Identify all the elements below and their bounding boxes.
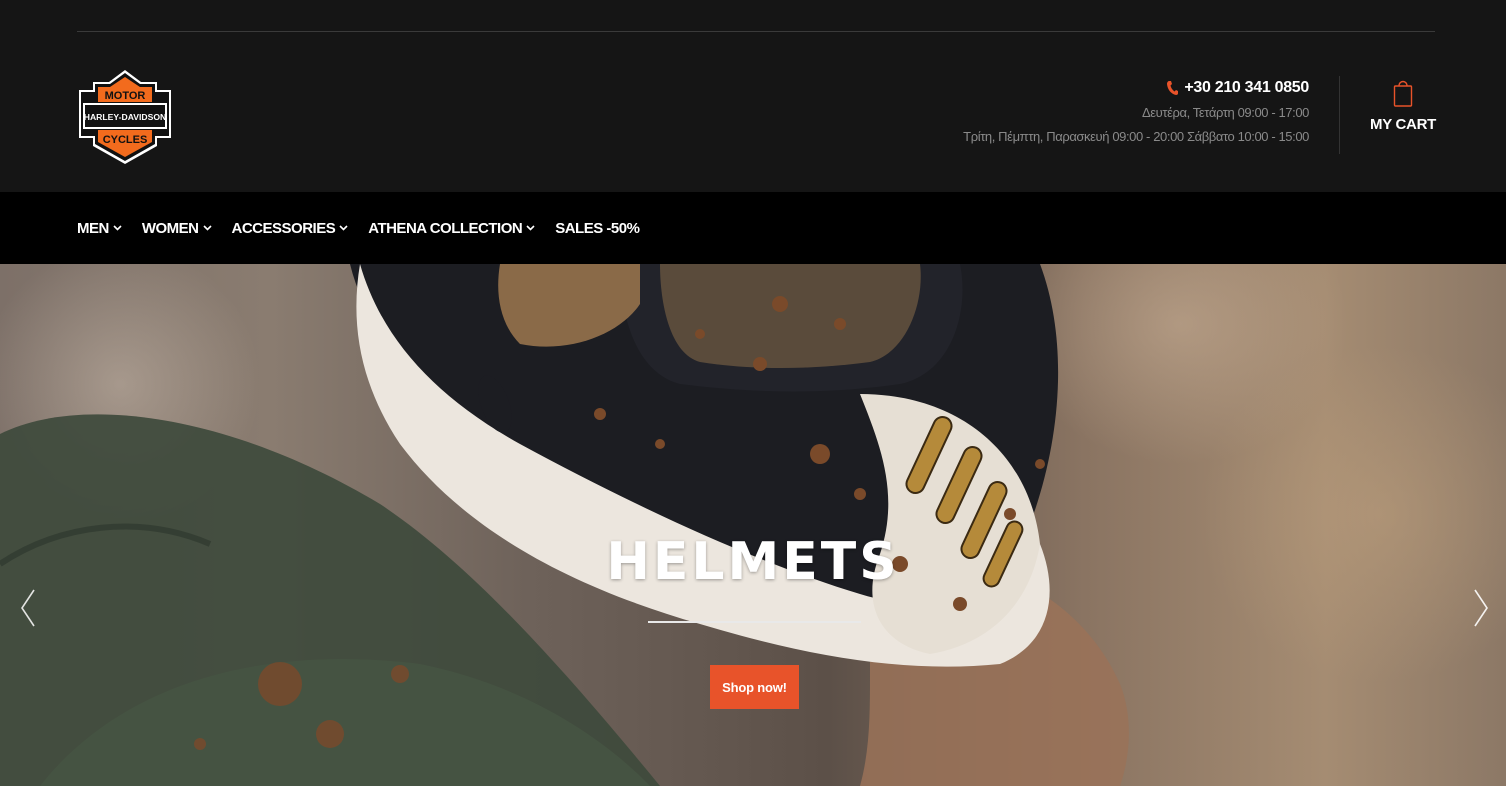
nav-list: MEN WOMEN ACCESSORIES ATHENA COLLECTION … xyxy=(77,192,640,264)
hours-time: 09:00 - 17:00 xyxy=(1237,105,1310,120)
nav-item-label: ATHENA COLLECTION xyxy=(368,219,523,237)
main-nav: MEN WOMEN ACCESSORIES ATHENA COLLECTION … xyxy=(0,192,1506,264)
nav-item-women[interactable]: WOMEN xyxy=(142,220,212,237)
brand-logo[interactable]: MOTOR HARLEY-DAVIDSON CYCLES xyxy=(77,68,173,166)
nav-item-label: ACCESSORIES xyxy=(231,219,336,237)
header-divider xyxy=(77,31,1435,32)
hours-days: Σάββατο xyxy=(1186,129,1235,144)
nav-item-sales[interactable]: SALES -50% xyxy=(555,219,640,237)
hours-time: 10:00 - 15:00 xyxy=(1237,129,1310,144)
hero-title-underline xyxy=(648,621,861,623)
hours-days: Τρίτη, Πέμπτη, Παρασκευή xyxy=(963,129,1110,144)
harley-davidson-shield-icon: MOTOR HARLEY-DAVIDSON CYCLES xyxy=(79,70,171,164)
nav-item-label: SALES -50% xyxy=(555,219,640,237)
svg-text:MOTOR: MOTOR xyxy=(105,90,146,102)
chevron-down-icon xyxy=(526,225,535,231)
hero-title: HELMETS xyxy=(606,532,900,592)
chevron-right-icon xyxy=(1474,589,1488,627)
svg-text:CYCLES: CYCLES xyxy=(103,134,148,146)
hours-time: 09:00 - 20:00 xyxy=(1112,129,1184,144)
hero-slider: HELMETS Shop now! xyxy=(0,264,1506,786)
nav-item-label: WOMEN xyxy=(141,219,199,237)
hours-line-1: Δευτέρα, Τετάρτη 09:00 - 17:00 xyxy=(963,100,1309,125)
cart-label: MY CART xyxy=(1370,116,1436,133)
nav-item-accessories[interactable]: ACCESSORIES xyxy=(232,220,349,237)
hours-days: Δευτέρα, Τετάρτη xyxy=(1141,105,1235,120)
phone-row[interactable]: +30 210 341 0850 xyxy=(963,76,1309,100)
nav-item-athena-collection[interactable]: ATHENA COLLECTION xyxy=(368,220,535,237)
chevron-down-icon xyxy=(202,225,212,231)
page: MOTOR HARLEY-DAVIDSON CYCLES +30 210 341… xyxy=(0,0,1506,786)
nav-item-label: MEN xyxy=(77,219,109,237)
chevron-down-icon xyxy=(113,225,122,231)
chevron-down-icon xyxy=(339,225,348,231)
site-header: MOTOR HARLEY-DAVIDSON CYCLES +30 210 341… xyxy=(0,0,1506,192)
contact-info: +30 210 341 0850 Δευτέρα, Τετάρτη 09:00 … xyxy=(963,76,1309,149)
header-vertical-divider xyxy=(1339,76,1340,154)
shop-now-button[interactable]: Shop now! xyxy=(710,665,799,709)
slider-next-button[interactable] xyxy=(1472,588,1490,628)
chevron-left-icon xyxy=(21,589,35,627)
cart-button[interactable]: MY CART xyxy=(1368,78,1438,134)
shopping-bag-icon xyxy=(1393,80,1413,107)
phone-icon xyxy=(1167,81,1179,95)
slider-prev-button[interactable] xyxy=(19,588,37,628)
hours-line-2: Τρίτη, Πέμπτη, Παρασκευή 09:00 - 20:00 Σ… xyxy=(963,124,1309,149)
phone-number[interactable]: +30 210 341 0850 xyxy=(1184,79,1309,97)
nav-item-men[interactable]: MEN xyxy=(77,220,122,237)
svg-text:HARLEY-DAVIDSON: HARLEY-DAVIDSON xyxy=(84,112,166,122)
